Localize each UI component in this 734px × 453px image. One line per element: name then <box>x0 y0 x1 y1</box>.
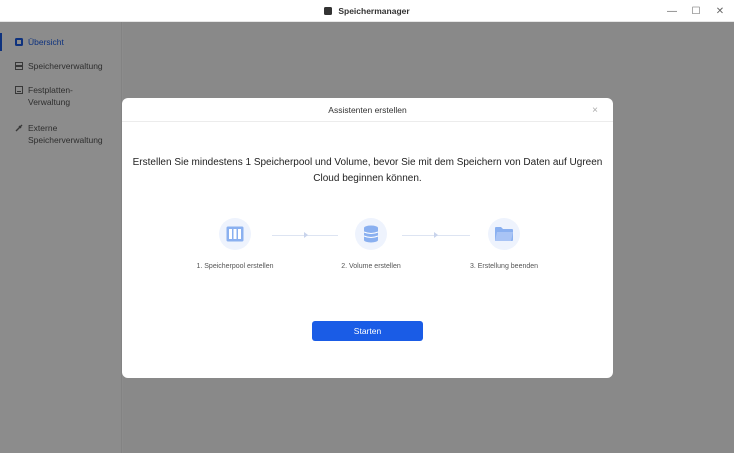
title-bar: Speichermanager — ☐ ✕ <box>0 0 734 22</box>
step-label: 2. Volume erstellen <box>341 263 401 270</box>
storage-pool-icon <box>226 226 244 242</box>
dialog-header: Assistenten erstellen <box>122 98 613 122</box>
step-circle <box>355 218 387 250</box>
folder-icon <box>495 227 513 241</box>
dialog-message: Erstellen Sie mindestens 1 Speicherpool … <box>132 157 603 184</box>
step-circle <box>488 218 520 250</box>
step-label: 1. Speicherpool erstellen <box>196 263 274 270</box>
window-controls: — ☐ ✕ <box>666 0 726 22</box>
window-title: Speichermanager <box>0 0 734 22</box>
step-storage-pool: 1. Speicherpool erstellen <box>190 218 280 272</box>
arrow-right-icon <box>304 232 308 238</box>
arrow-right-icon <box>434 232 438 238</box>
start-button[interactable]: Starten <box>312 321 423 341</box>
step-volume: 2. Volume erstellen <box>326 218 416 272</box>
window-title-text: Speichermanager <box>338 6 410 16</box>
volume-icon <box>363 225 379 243</box>
dialog-close-icon[interactable]: × <box>589 104 601 116</box>
dialog-title: Assistenten erstellen <box>328 104 407 115</box>
step-label: 3. Erstellung beenden <box>469 263 539 270</box>
maximize-button[interactable]: ☐ <box>690 5 702 17</box>
close-window-button[interactable]: ✕ <box>714 5 726 17</box>
step-circle <box>219 218 251 250</box>
step-finish: 3. Erstellung beenden <box>459 218 549 272</box>
app-icon <box>324 7 333 15</box>
minimize-button[interactable]: — <box>666 5 678 17</box>
create-wizard-dialog: Assistenten erstellen × Erstellen Sie mi… <box>122 98 613 378</box>
